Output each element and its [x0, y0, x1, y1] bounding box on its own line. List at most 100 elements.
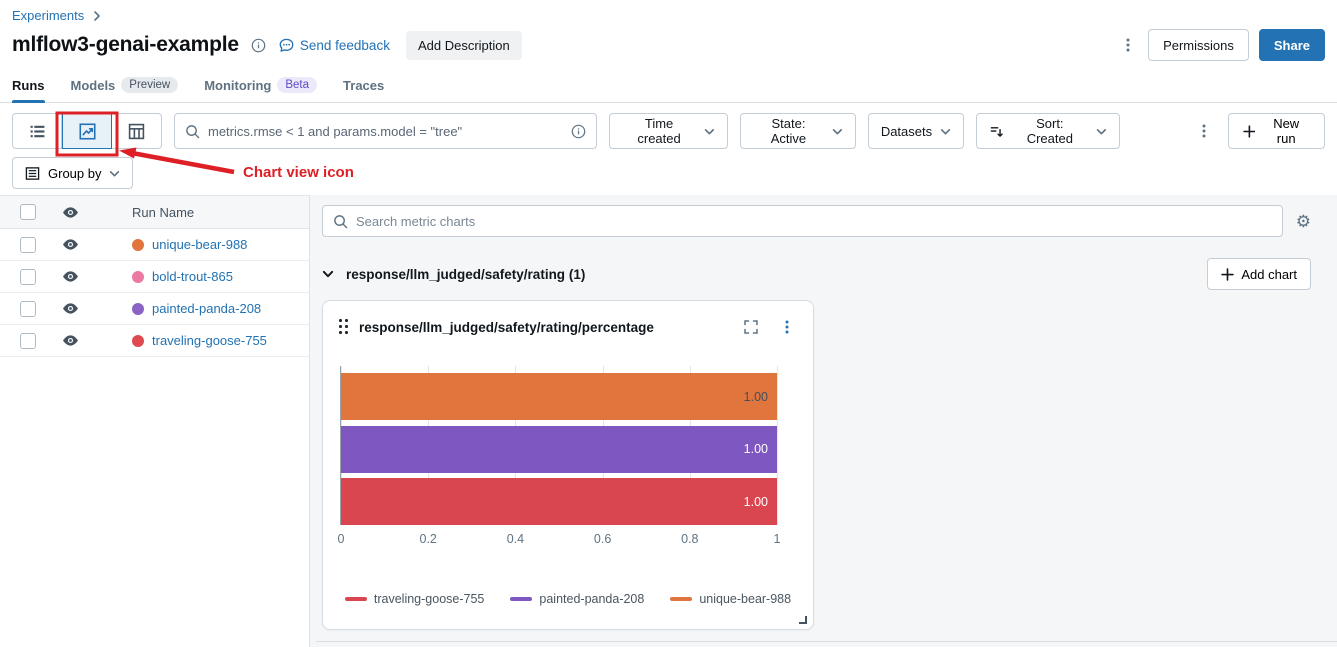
run-color-dot	[132, 335, 144, 347]
runs-search-input[interactable]	[208, 124, 563, 139]
chart-settings-gear-icon[interactable]: ⚙	[1296, 213, 1311, 230]
metric-section-title: response/llm_judged/safety/rating	[346, 267, 565, 282]
row-checkbox[interactable]	[20, 237, 36, 253]
groupby-row: Group by	[0, 149, 1337, 195]
x-tick-label: 0	[338, 532, 345, 546]
chevron-down-icon	[704, 126, 715, 137]
bar-traveling-goose-755[interactable]: 1.00	[341, 478, 777, 525]
legend-item-painted-panda-208[interactable]: painted-panda-208	[510, 592, 644, 606]
run-row[interactable]: painted-panda-208	[0, 293, 309, 325]
run-link[interactable]: traveling-goose-755	[152, 333, 267, 348]
row-checkbox[interactable]	[20, 301, 36, 317]
visibility-eye-icon[interactable]	[48, 204, 92, 221]
add-description-button[interactable]: Add Description	[406, 31, 522, 60]
chevron-down-icon	[832, 126, 843, 137]
run-color-dot	[132, 303, 144, 315]
share-button[interactable]: Share	[1259, 29, 1325, 61]
bar-value-label: 1.00	[744, 442, 768, 456]
info-icon[interactable]	[249, 36, 268, 55]
x-tick-label: 0.8	[681, 532, 698, 546]
runs-table-header: Run Name	[0, 195, 309, 229]
runs-pane: Run Name unique-bear-988 bold-trout-865	[0, 195, 310, 647]
bar-value-label: 1.00	[744, 495, 768, 509]
run-row[interactable]: bold-trout-865	[0, 261, 309, 293]
x-tick-label: 1	[774, 532, 781, 546]
visibility-eye-icon[interactable]	[48, 332, 92, 349]
runs-table: Run Name unique-bear-988 bold-trout-865	[0, 195, 309, 357]
bar-unique-bear-988[interactable]: 1.00	[341, 373, 777, 420]
legend-swatch	[345, 597, 367, 601]
run-link[interactable]: unique-bear-988	[152, 237, 247, 252]
list-view-icon	[29, 123, 46, 140]
list-view-button[interactable]	[12, 113, 62, 149]
tab-monitoring[interactable]: MonitoringBeta	[204, 77, 317, 102]
chevron-down-icon	[109, 168, 120, 179]
visibility-eye-icon[interactable]	[48, 268, 92, 285]
expand-chart-icon[interactable]	[741, 317, 761, 337]
bar-value-label: 1.00	[744, 390, 768, 404]
send-feedback-link[interactable]: Send feedback	[278, 37, 390, 54]
group-by-icon	[25, 166, 40, 181]
metric-search-box	[322, 205, 1283, 237]
metric-search-input[interactable]	[356, 214, 1272, 229]
group-by-button[interactable]: Group by	[12, 157, 133, 189]
chart-view-button[interactable]	[62, 113, 112, 149]
new-run-button[interactable]: New run	[1228, 113, 1325, 149]
view-switcher	[12, 113, 162, 149]
title-row: mlflow3-genai-example Send feedback Add …	[0, 23, 1337, 61]
bar-plot: 1.00 1.00 1.00	[341, 373, 777, 525]
metric-chart-card: response/llm_judged/safety/rating/percen…	[322, 300, 814, 630]
metric-section-count: (1)	[569, 267, 586, 282]
x-axis-ticks: 00.20.40.60.81	[341, 532, 777, 548]
visibility-eye-icon[interactable]	[48, 236, 92, 253]
bar-row: 1.00	[341, 373, 777, 420]
send-feedback-label: Send feedback	[300, 38, 390, 53]
visibility-eye-icon[interactable]	[48, 300, 92, 317]
table-view-button[interactable]	[112, 113, 162, 149]
state-filter[interactable]: State: Active	[740, 113, 856, 149]
add-chart-button[interactable]: Add chart	[1207, 258, 1311, 290]
chart-menu-icon[interactable]	[777, 317, 797, 337]
legend-item-traveling-goose-755[interactable]: traveling-goose-755	[345, 592, 485, 606]
run-color-dot	[132, 271, 144, 283]
sort-dropdown[interactable]: Sort: Created	[976, 113, 1120, 149]
tab-bar: Runs ModelsPreview MonitoringBeta Traces	[0, 61, 1337, 103]
datasets-filter[interactable]: Datasets	[868, 113, 964, 149]
runs-search-box	[174, 113, 597, 149]
run-link[interactable]: bold-trout-865	[152, 269, 233, 284]
x-tick-label: 0.2	[419, 532, 436, 546]
search-info-icon[interactable]	[571, 124, 586, 139]
x-tick-label: 0.4	[507, 532, 524, 546]
permissions-button[interactable]: Permissions	[1148, 29, 1249, 61]
beta-badge: Beta	[277, 77, 317, 93]
toolbar-overflow-icon[interactable]	[1194, 121, 1214, 141]
run-row[interactable]: unique-bear-988	[0, 229, 309, 261]
bar-painted-panda-208[interactable]: 1.00	[341, 426, 777, 473]
row-checkbox[interactable]	[20, 269, 36, 285]
breadcrumb-experiments-link[interactable]: Experiments	[12, 8, 84, 23]
resize-handle-icon[interactable]	[797, 614, 808, 625]
row-checkbox[interactable]	[20, 333, 36, 349]
chart-legend: traveling-goose-755 painted-panda-208 uniq…	[323, 592, 813, 606]
run-name-header[interactable]: Run Name	[92, 205, 309, 220]
x-tick-label: 0.6	[594, 532, 611, 546]
chart-title: response/llm_judged/safety/rating/percen…	[359, 320, 654, 335]
sort-icon	[989, 124, 1004, 139]
breadcrumb: Experiments	[0, 0, 1337, 23]
metric-section-toggle[interactable]: response/llm_judged/safety/rating (1)	[322, 267, 585, 282]
chevron-down-icon	[1096, 126, 1107, 137]
run-row[interactable]: traveling-goose-755	[0, 325, 309, 357]
legend-swatch	[670, 597, 692, 601]
overflow-menu-icon[interactable]	[1118, 35, 1138, 55]
run-link[interactable]: painted-panda-208	[152, 301, 261, 316]
select-all-checkbox[interactable]	[20, 204, 36, 220]
section-divider	[316, 641, 1337, 642]
tab-runs[interactable]: Runs	[12, 78, 45, 102]
main-content: Run Name unique-bear-988 bold-trout-865	[0, 195, 1337, 647]
legend-item-unique-bear-988[interactable]: unique-bear-988	[670, 592, 791, 606]
time-created-filter[interactable]: Time created	[609, 113, 728, 149]
drag-handle-icon[interactable]	[339, 319, 349, 335]
tab-models[interactable]: ModelsPreview	[71, 77, 179, 102]
metric-charts-panel: ⚙ response/llm_judged/safety/rating (1) …	[310, 195, 1337, 647]
tab-traces[interactable]: Traces	[343, 78, 384, 102]
